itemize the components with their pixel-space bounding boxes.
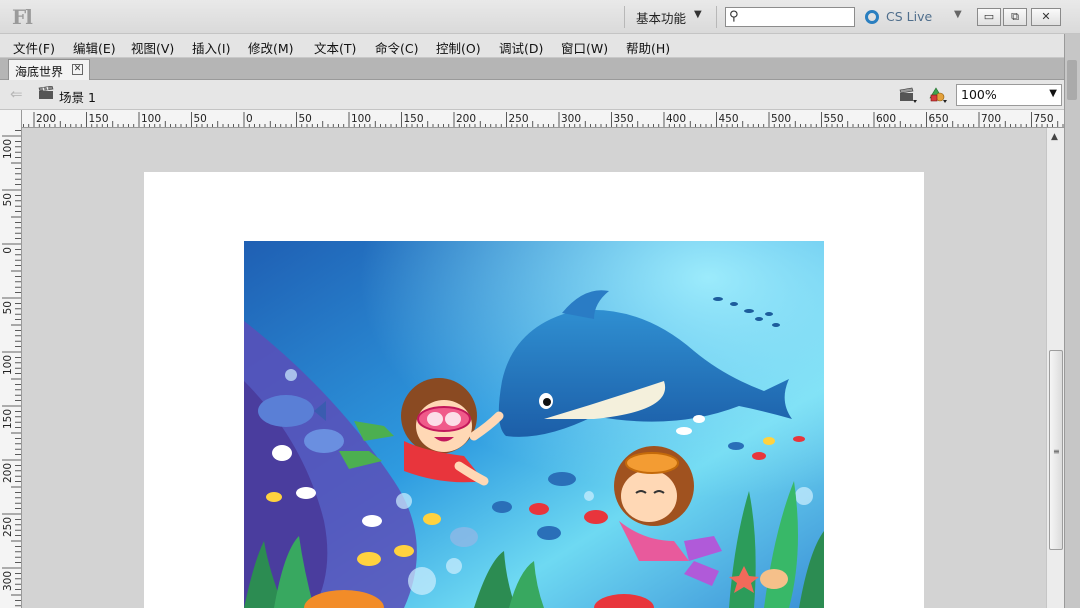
zoom-select[interactable]: 100% ▼: [956, 84, 1062, 106]
close-button[interactable]: ✕: [1031, 8, 1061, 26]
ruler-label: 100: [2, 355, 14, 375]
ruler-label: 550: [824, 113, 844, 125]
ruler-label: 150: [89, 113, 109, 125]
cs-live-icon[interactable]: [865, 10, 879, 24]
menu-commands[interactable]: 命令(C): [375, 38, 418, 57]
clapperboard-icon: [38, 86, 54, 99]
ruler-label: 200: [456, 113, 476, 125]
minimize-button[interactable]: ▭: [977, 8, 1001, 26]
document-tab-bar: 海底世界 ✕: [0, 58, 1064, 80]
menu-debug[interactable]: 调试(D): [499, 38, 543, 57]
ruler-label: 300: [2, 571, 14, 591]
search-input[interactable]: ⚲: [725, 7, 855, 27]
chevron-down-icon[interactable]: ▼: [954, 9, 962, 20]
edit-bar: ⇐ 场景 1 100% ▼: [0, 80, 1064, 110]
ruler-label: 0: [2, 247, 14, 254]
ruler-label: 400: [666, 113, 686, 125]
title-bar: Fl 基本功能 ▼ ⚲ CS Live ▼ ▭ ⧉ ✕: [0, 0, 1080, 34]
menu-modify[interactable]: 修改(M): [248, 38, 294, 57]
ruler-label: 100: [2, 139, 14, 159]
separator: [624, 6, 625, 28]
ruler-label: 750: [1034, 113, 1054, 125]
ruler-label: 150: [2, 409, 14, 429]
flash-logo-icon: Fl: [12, 5, 33, 29]
ruler-label: 700: [981, 113, 1001, 125]
ruler-label: 650: [929, 113, 949, 125]
ruler-label: 250: [509, 113, 529, 125]
ruler-label: 150: [404, 113, 424, 125]
close-icon[interactable]: ✕: [72, 64, 83, 75]
zoom-value: 100%: [961, 87, 997, 102]
chevron-down-icon[interactable]: ▼: [694, 9, 702, 20]
menu-bar: 文件(F) 编辑(E) 视图(V) 插入(I) 修改(M) 文本(T) 命令(C…: [0, 34, 1080, 58]
ruler-label: 50: [194, 113, 207, 125]
menu-control[interactable]: 控制(O): [436, 38, 481, 57]
underwater-illustration: [244, 241, 824, 608]
ruler-label: 600: [876, 113, 896, 125]
document-tab-label: 海底世界: [15, 65, 64, 79]
underwater-artwork-image[interactable]: [244, 241, 824, 608]
menu-insert[interactable]: 插入(I): [192, 38, 230, 57]
side-panel-strip[interactable]: [1064, 34, 1080, 608]
back-arrow-icon[interactable]: ⇐: [10, 85, 23, 103]
horizontal-ruler-ticks: 200 150 100 50 0 50 100 150 200 250 300 350 400 450 50…: [23, 112, 1064, 127]
menu-file[interactable]: 文件(F): [13, 38, 55, 57]
ruler-label: 100: [351, 113, 371, 125]
chevron-down-icon: ▼: [1049, 88, 1057, 99]
separator: [716, 6, 717, 28]
vertical-ruler: 100 50 0 50 100 150 200 250 300: [0, 110, 22, 608]
horizontal-ruler: 200 150 100 50 0 50 100 150 200 250 300 350 400 450 50…: [22, 110, 1064, 128]
ruler-label: 100: [141, 113, 161, 125]
restore-button[interactable]: ⧉: [1003, 8, 1027, 26]
ruler-label: 200: [36, 113, 56, 125]
ruler-label: 50: [299, 113, 312, 125]
ruler-label: 350: [614, 113, 634, 125]
ruler-label: 300: [561, 113, 581, 125]
vertical-scrollbar[interactable]: ▲ ≡: [1046, 128, 1064, 608]
ruler-label: 500: [771, 113, 791, 125]
menu-edit[interactable]: 编辑(E): [73, 38, 116, 57]
edit-symbols-icon[interactable]: [928, 86, 948, 104]
edit-scene-icon[interactable]: [898, 86, 918, 104]
workspace-switcher[interactable]: 基本功能: [636, 8, 686, 27]
ruler-label: 0: [246, 113, 253, 125]
ruler-label: 450: [719, 113, 739, 125]
menu-view[interactable]: 视图(V): [131, 38, 174, 57]
menu-help[interactable]: 帮助(H): [626, 38, 670, 57]
scene-breadcrumb[interactable]: 场景 1: [59, 87, 96, 106]
menu-window[interactable]: 窗口(W): [561, 38, 608, 57]
vertical-ruler-ticks: 100 50 0 50 100 150 200 250 300: [2, 130, 21, 607]
ruler-label: 250: [2, 517, 14, 537]
grip-icon: ≡: [1053, 447, 1060, 456]
ruler-label: 200: [2, 463, 14, 483]
side-panel-scroll-thumb[interactable]: [1067, 60, 1077, 100]
scrollbar-thumb[interactable]: ≡: [1049, 350, 1063, 550]
document-tab[interactable]: 海底世界 ✕: [8, 59, 90, 80]
cs-live-button[interactable]: CS Live: [886, 9, 932, 24]
ruler-label: 50: [2, 301, 14, 314]
menu-text[interactable]: 文本(T): [314, 38, 356, 57]
scroll-up-arrow-icon[interactable]: ▲: [1051, 132, 1058, 142]
search-icon: ⚲: [729, 9, 739, 24]
ruler-label: 50: [2, 193, 14, 206]
